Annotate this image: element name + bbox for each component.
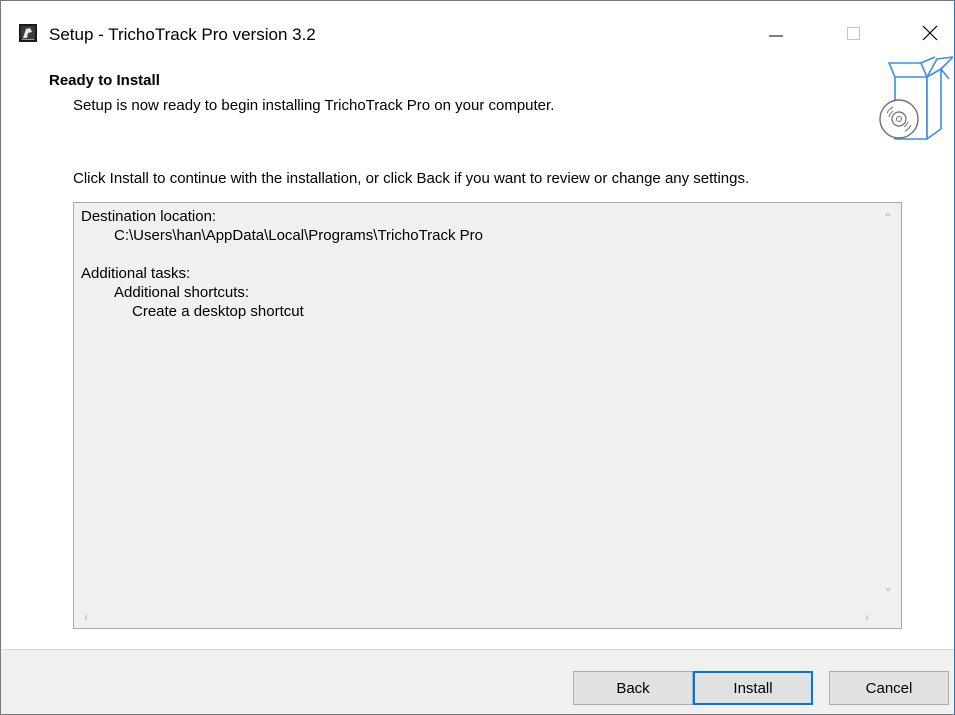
window-title: Setup - TrichoTrack Pro version 3.2 xyxy=(49,25,316,44)
scroll-right-icon[interactable]: › xyxy=(865,611,869,623)
memo-line: Additional tasks: xyxy=(81,265,191,282)
minimize-button[interactable] xyxy=(753,15,799,51)
scroll-left-icon[interactable]: ‹ xyxy=(84,611,88,623)
back-button[interactable]: Back xyxy=(573,671,693,705)
cancel-button[interactable]: Cancel xyxy=(829,671,949,705)
scroll-up-icon[interactable]: ⌃ xyxy=(883,212,893,224)
instruction-text: Click Install to continue with the insta… xyxy=(73,170,750,187)
install-button[interactable]: Install xyxy=(693,671,813,705)
memo-line: Additional shortcuts: xyxy=(114,284,250,301)
minimize-icon xyxy=(769,35,783,37)
setup-window: Setup - TrichoTrack Pro version 3.2 Read… xyxy=(0,0,955,715)
vertical-scrollbar[interactable]: ⌃ ⌄ xyxy=(879,203,901,606)
maximize-icon xyxy=(847,27,860,40)
memo-blank-line xyxy=(81,245,871,264)
title-bar[interactable]: Setup - TrichoTrack Pro version 3.2 xyxy=(1,1,954,44)
summary-content: Destination location: C:\Users\han\AppDa… xyxy=(81,207,871,606)
memo-line: Destination location: xyxy=(81,208,217,225)
page-title: Ready to Install xyxy=(49,72,160,89)
wizard-footer: Back Install Cancel xyxy=(1,650,954,714)
page-subtitle: Setup is now ready to begin installing T… xyxy=(73,97,555,114)
summary-memo[interactable]: Destination location: C:\Users\han\AppDa… xyxy=(73,202,902,629)
maximize-button[interactable] xyxy=(830,15,876,51)
memo-line: Create a desktop shortcut xyxy=(132,303,304,320)
app-icon xyxy=(19,24,37,42)
close-button[interactable] xyxy=(907,15,953,51)
scroll-down-icon[interactable]: ⌄ xyxy=(883,581,893,593)
memo-line: C:\Users\han\AppData\Local\Programs\Tric… xyxy=(114,227,484,244)
wizard-header: Ready to Install Setup is now ready to b… xyxy=(1,53,954,153)
install-box-icon xyxy=(879,56,953,140)
close-icon xyxy=(922,25,938,41)
horizontal-scrollbar[interactable]: ‹ › xyxy=(74,606,879,628)
